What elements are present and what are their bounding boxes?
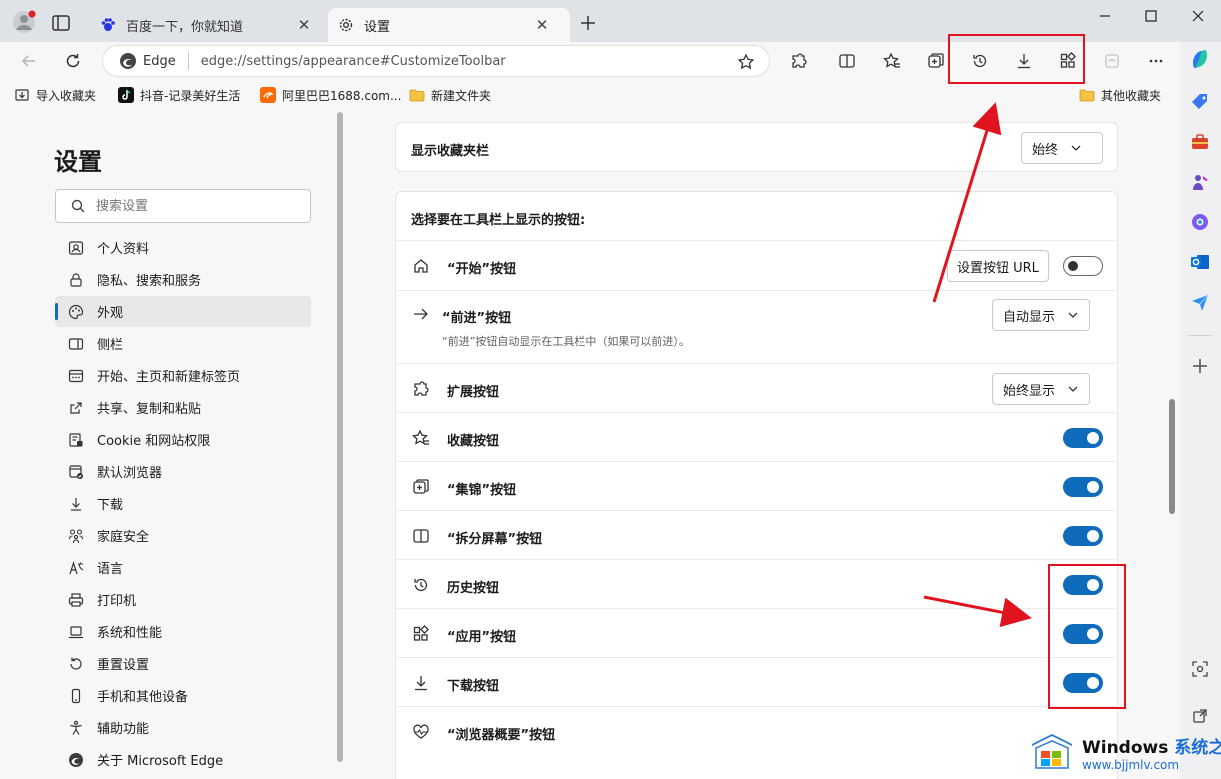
annotation-arrow-up [932,102,1002,303]
watermark: Windows 系统之家 www.bjjmlv.com [1030,725,1221,779]
watermark-url: www.bjjmlv.com [1082,757,1180,772]
annotation-arrow-right [923,595,1032,628]
watermark-brand-cn: 系统之家 [1174,737,1221,758]
annotation-arrows [923,102,1032,628]
watermark-brand: Windows [1082,737,1169,758]
windows-logo-icon [1030,732,1074,772]
